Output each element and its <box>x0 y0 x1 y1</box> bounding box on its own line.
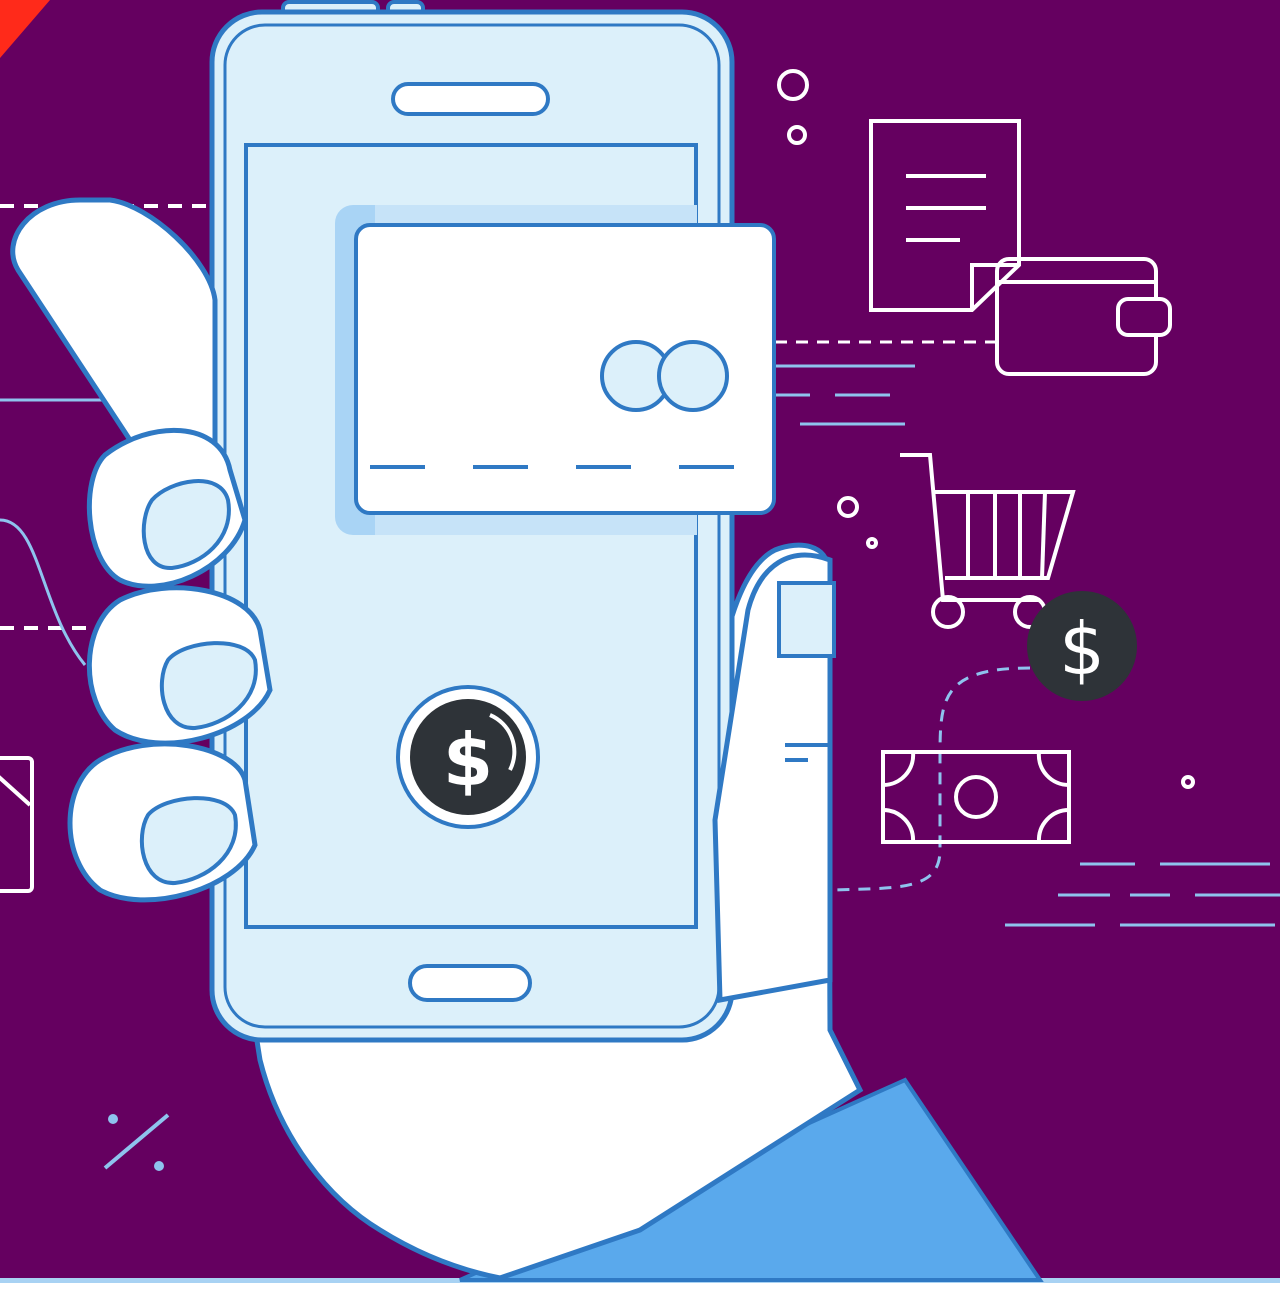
finger-bottom <box>67 741 258 903</box>
bottom-margin <box>0 1283 1280 1299</box>
dollar-coin-symbol: $ <box>1059 607 1105 691</box>
dollar-coin-icon: $ <box>1027 591 1137 701</box>
mobile-payment-illustration: $ $ <box>0 0 1280 1299</box>
credit-card <box>354 223 776 515</box>
pay-button[interactable]: $ <box>396 685 540 829</box>
finger-middle <box>86 585 273 746</box>
illustration-stage: $ $ <box>0 0 1280 1299</box>
card-logo-right <box>657 340 729 412</box>
thumb-nail <box>777 581 836 658</box>
pay-button-symbol: $ <box>443 718 493 802</box>
